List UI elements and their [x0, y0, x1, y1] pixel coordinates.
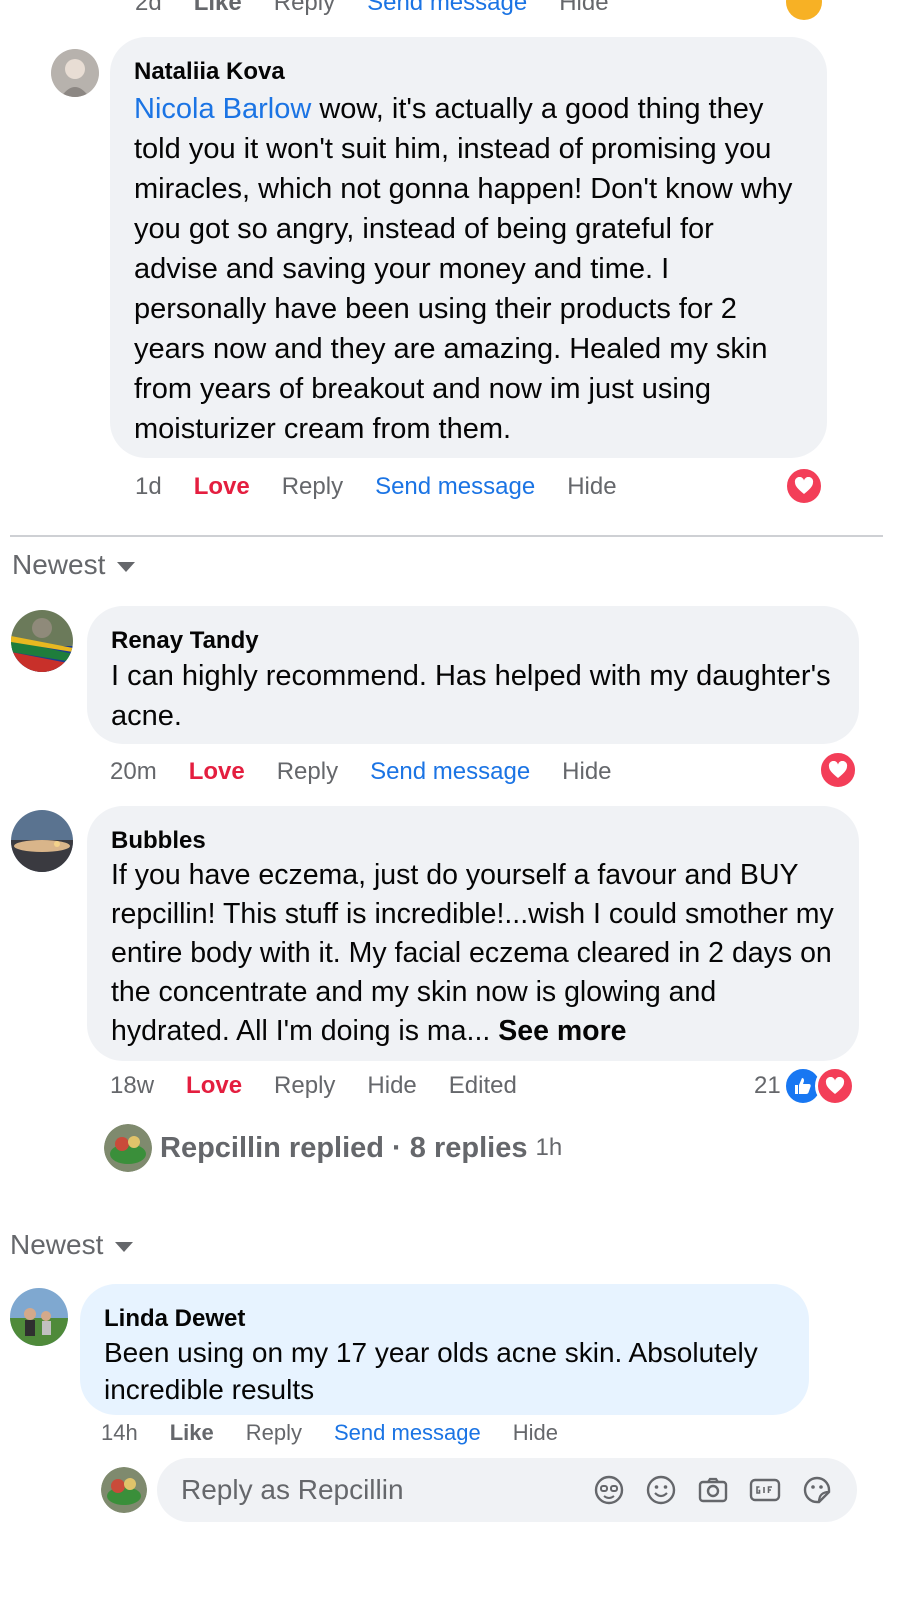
- comment-bubble: Linda Dewet Been using on my 17 year old…: [80, 1284, 809, 1415]
- chevron-down-icon: [117, 562, 136, 572]
- comment-author[interactable]: Renay Tandy: [111, 626, 835, 656]
- comment-text: If you have eczema, just do yourself a f…: [111, 856, 835, 1051]
- avatar-sticker-icon[interactable]: [591, 1472, 627, 1508]
- gif-icon[interactable]: [747, 1472, 783, 1508]
- reaction-summary[interactable]: 21: [754, 1066, 855, 1106]
- comment-body: If you have eczema, just do yourself a f…: [111, 859, 834, 1047]
- emoji-icon[interactable]: [643, 1472, 679, 1508]
- comment-actions: 18w Love Reply Hide Edited: [110, 1071, 549, 1101]
- love-button[interactable]: Love: [194, 473, 250, 501]
- avatar[interactable]: [51, 49, 99, 97]
- comment-actions: 14h Like Reply Send message Hide: [101, 1418, 590, 1448]
- reply-button[interactable]: Reply: [274, 0, 335, 17]
- composer-tools: [591, 1472, 835, 1508]
- love-button[interactable]: Love: [186, 1072, 242, 1100]
- hide-button[interactable]: Hide: [559, 0, 608, 17]
- reply-button[interactable]: Reply: [246, 1420, 302, 1446]
- send-message-button[interactable]: Send message: [375, 473, 535, 501]
- comment-actions: 1d Love Reply Send message Hide: [135, 472, 649, 502]
- send-message-button[interactable]: Send message: [367, 0, 527, 17]
- see-more-link[interactable]: See more: [498, 1015, 626, 1047]
- comment-author[interactable]: Bubbles: [111, 826, 835, 856]
- reply-input-container: [157, 1458, 857, 1522]
- chevron-down-icon: [115, 1242, 134, 1252]
- hide-button[interactable]: Hide: [513, 1420, 558, 1446]
- comment-bubble: Bubbles If you have eczema, just do your…: [87, 806, 859, 1061]
- avatar[interactable]: [11, 610, 73, 672]
- reply-button[interactable]: Reply: [277, 758, 338, 786]
- comment-bubble: Nataliia Kova Nicola Barlow wow, it's ac…: [110, 37, 827, 458]
- page-avatar: [101, 1467, 147, 1513]
- comment-body: wow, it's actually a good thing they tol…: [134, 93, 793, 445]
- reaction-count: 21: [754, 1072, 781, 1099]
- send-message-button[interactable]: Send message: [370, 758, 530, 786]
- view-replies-link[interactable]: Repcillin replied · 8 replies 1h: [160, 1128, 562, 1168]
- comment-time[interactable]: 14h: [101, 1420, 138, 1446]
- comment-bubble: Renay Tandy I can highly recommend. Has …: [87, 606, 859, 744]
- camera-icon[interactable]: [695, 1472, 731, 1508]
- comment-author[interactable]: Nataliia Kova: [134, 57, 803, 87]
- comment-time[interactable]: 20m: [110, 758, 157, 786]
- love-button[interactable]: Love: [189, 758, 245, 786]
- comment-time[interactable]: 2d: [135, 0, 162, 17]
- top-comment-actions: 2d Like Reply Send message Hide: [135, 0, 641, 18]
- comment-time[interactable]: 1d: [135, 473, 162, 501]
- sort-dropdown[interactable]: Newest: [12, 547, 136, 583]
- sort-dropdown[interactable]: Newest: [10, 1227, 134, 1263]
- sticker-icon[interactable]: [799, 1472, 835, 1508]
- heart-reaction-icon: [814, 1066, 855, 1106]
- hide-button[interactable]: Hide: [367, 1072, 416, 1100]
- mention-link[interactable]: Nicola Barlow: [134, 93, 311, 125]
- like-button[interactable]: Like: [170, 1420, 214, 1446]
- comment-text: Been using on my 17 year olds acne skin.…: [104, 1337, 758, 1405]
- hide-button[interactable]: Hide: [567, 473, 616, 501]
- avatar[interactable]: [10, 1288, 68, 1346]
- send-message-button[interactable]: Send message: [334, 1420, 481, 1446]
- reply-button[interactable]: Reply: [274, 1072, 335, 1100]
- replied-text: Repcillin replied · 8 replies: [160, 1131, 528, 1164]
- heart-reaction-icon[interactable]: [818, 750, 858, 790]
- hide-button[interactable]: Hide: [562, 758, 611, 786]
- divider: [10, 535, 883, 537]
- comment-text: I can highly recommend. Has helped with …: [111, 660, 831, 732]
- sort-label: Newest: [12, 549, 106, 580]
- sort-label: Newest: [10, 1229, 104, 1260]
- heart-reaction-icon[interactable]: [784, 466, 824, 506]
- comment-text: Nicola Barlow wow, it's actually a good …: [134, 89, 803, 449]
- avatar[interactable]: [11, 810, 73, 872]
- sad-emoji-icon[interactable]: [786, 0, 822, 20]
- edited-label: Edited: [448, 1072, 517, 1099]
- like-button[interactable]: Like: [194, 0, 242, 17]
- comment-time[interactable]: 18w: [110, 1072, 154, 1100]
- page-avatar: [104, 1124, 152, 1172]
- reply-button[interactable]: Reply: [282, 473, 343, 501]
- reply-input[interactable]: [179, 1473, 591, 1507]
- comment-author[interactable]: Linda Dewet: [104, 1304, 785, 1334]
- replied-time: 1h: [535, 1134, 563, 1161]
- comment-actions: 20m Love Reply Send message Hide: [110, 757, 644, 787]
